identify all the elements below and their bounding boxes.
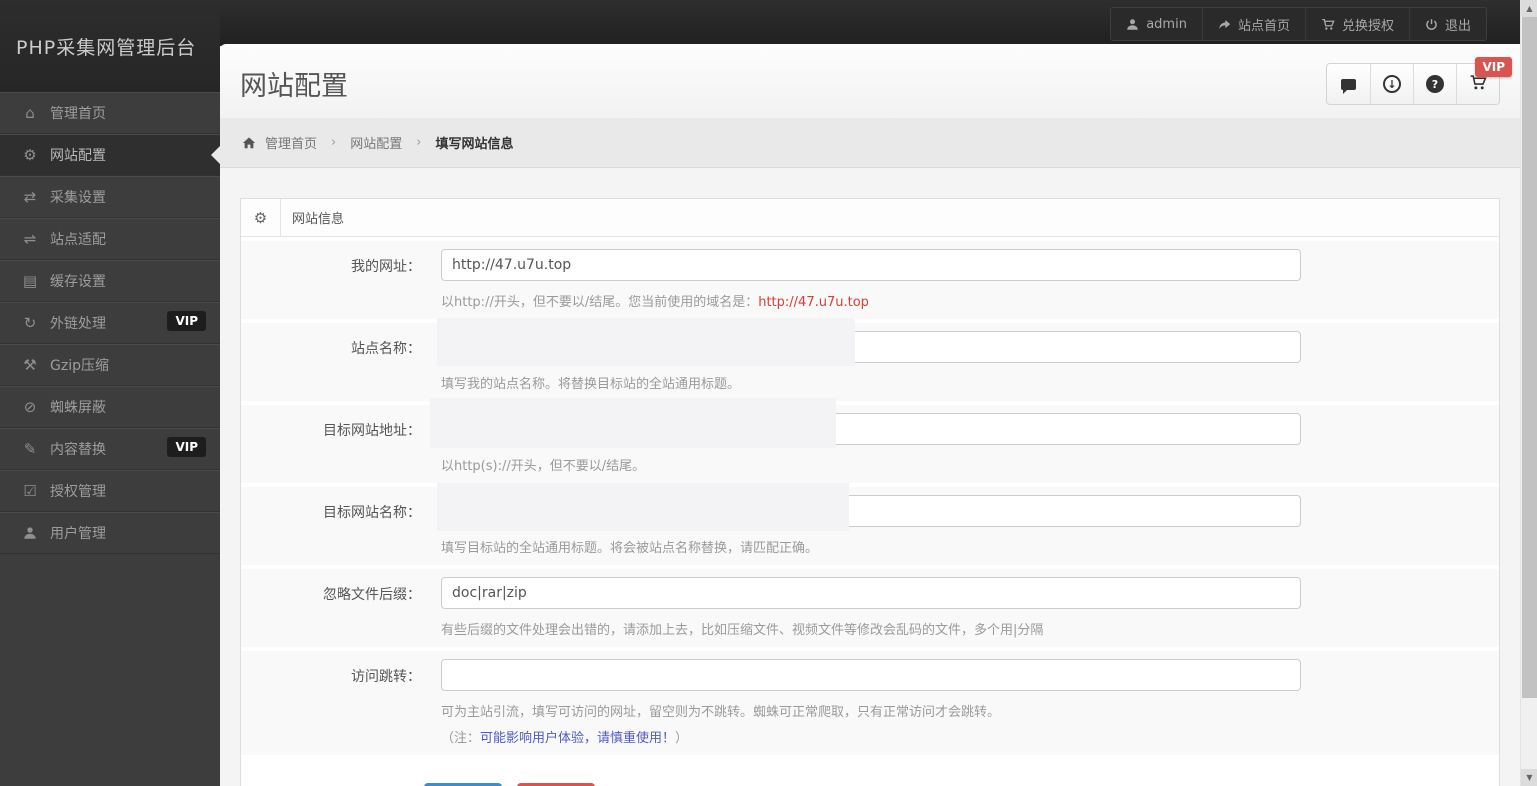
- scroll-down-button[interactable]: ▼: [1521, 769, 1537, 786]
- block-icon: ⊘: [23, 397, 37, 416]
- page-title: 网站配置: [240, 71, 348, 102]
- field-label: 我的网址：: [351, 259, 421, 275]
- gear-icon: ⚙: [241, 199, 281, 236]
- header-action-group: ↓ ?: [1326, 63, 1500, 105]
- sidebar-item-collect-settings[interactable]: ⇄ 采集设置: [0, 176, 220, 218]
- sidebar-item-auth-manage[interactable]: ☑ 授权管理: [0, 470, 220, 512]
- field-hint: 填写我的站点名称。将替换目标站的全站通用标题。: [441, 377, 741, 392]
- download-button[interactable]: ↓: [1370, 64, 1413, 104]
- sidebar-item-site-adapt[interactable]: ⇌ 站点适配: [0, 218, 220, 260]
- field-note: （注：可能影响用户体验，请慎重使用！）: [441, 731, 689, 746]
- topbar-item-label: admin: [1146, 16, 1187, 32]
- content-body: ⚙ 网站信息 我的网址： 以http://开头，但不要以/结尾。您当前使用的域名…: [220, 168, 1520, 786]
- field-hint: 以http(s)://开头，但不要以/结尾。: [441, 459, 646, 474]
- refresh-icon: ↻: [23, 313, 37, 332]
- topbar-item-label: 站点首页: [1237, 18, 1290, 34]
- field-label: 站点名称：: [351, 341, 421, 357]
- vip-badge: VIP: [167, 311, 206, 331]
- home-icon: [242, 136, 256, 150]
- field-label: 访问跳转：: [351, 669, 421, 685]
- panel-title: 网站信息: [292, 212, 345, 227]
- topbar-menu: admin 站点首页 兑换授权 退出: [1110, 7, 1487, 41]
- sidebar-item-dashboard[interactable]: ⌂ 管理首页: [0, 92, 220, 134]
- sidebar-item-site-config[interactable]: ⚙ 网站配置: [0, 134, 220, 176]
- form-row-target-name: 目标网站名称： 填写目标站的全站通用标题。将会被站点名称替换，请匹配正确。: [241, 487, 1499, 565]
- button-row: ✔保存 ↻重置: [241, 759, 1499, 786]
- question-circle-icon: ?: [1426, 75, 1444, 93]
- user-icon: [18, 524, 42, 542]
- topbar-item-label: 兑换授权: [1341, 18, 1394, 34]
- warning-link[interactable]: 可能影响用户体验，请慎重使用！: [480, 731, 675, 746]
- tools-icon: ⚒: [23, 355, 37, 374]
- breadcrumb-current: 填写网站信息: [435, 137, 514, 152]
- ignore-ext-input[interactable]: [441, 577, 1301, 609]
- panel-header: ⚙ 网站信息: [241, 199, 1499, 237]
- field-hint: 有些后缀的文件处理会出错的，请添加上去，比如压缩文件、视频文件等修改会乱码的文件…: [441, 623, 1044, 638]
- breadcrumb-item[interactable]: 管理首页: [265, 133, 317, 152]
- gear-icon: ⚙: [23, 145, 37, 164]
- help-button[interactable]: ?: [1413, 64, 1456, 104]
- collect-icon: ⇄: [23, 187, 37, 206]
- user-icon: [1126, 18, 1139, 31]
- redaction-patch: [437, 318, 855, 366]
- breadcrumb: 管理首页 › 网站配置 › 填写网站信息: [220, 118, 1520, 168]
- field-label: 忽略文件后缀：: [323, 587, 421, 603]
- comment-icon: [1341, 78, 1356, 94]
- vip-badge: VIP: [167, 437, 206, 457]
- breadcrumb-separator: ›: [416, 135, 422, 150]
- sidebar-item-external-links[interactable]: ↻ 外链处理 VIP: [0, 302, 220, 344]
- main-content: 网站配置 ↓ ? VIP 管理首页 › 网站配置 › 填写网站信息 ⚙ 网站信息…: [220, 44, 1520, 786]
- site-info-form: 我的网址： 以http://开头，但不要以/结尾。您当前使用的域名是：http:…: [241, 237, 1499, 786]
- field-hint: 填写目标站的全站通用标题。将会被站点名称替换，请匹配正确。: [441, 541, 819, 556]
- download-circle-icon: ↓: [1383, 75, 1401, 93]
- scrollbar-thumb[interactable]: [1522, 17, 1537, 698]
- field-label: 目标网站地址：: [323, 423, 421, 439]
- redaction-patch: [430, 398, 836, 448]
- sidebar-item-gzip[interactable]: ⚒ Gzip压缩: [0, 344, 220, 386]
- field-hint: 可为主站引流，填写可访问的网址，留空则为不跳转。蜘蛛可正常爬取，只有正常访问才会…: [441, 705, 1001, 720]
- form-row-my-url: 我的网址： 以http://开头，但不要以/结尾。您当前使用的域名是：http:…: [241, 241, 1499, 319]
- folder-icon: ▤: [22, 271, 38, 290]
- field-label: 目标网站名称：: [323, 505, 421, 521]
- cart-icon: [1321, 18, 1335, 31]
- vip-badge: VIP: [1475, 57, 1512, 77]
- redaction-patch: [437, 483, 849, 531]
- topbar-item-label: 退出: [1444, 18, 1471, 34]
- field-hint: 以http://开头，但不要以/结尾。您当前使用的域名是：http://47.u…: [441, 295, 869, 310]
- topbar: admin 站点首页 兑换授权 退出: [0, 0, 1520, 46]
- home-icon: ⌂: [25, 103, 35, 122]
- power-icon: [1425, 18, 1438, 31]
- arrow-icon: [1218, 18, 1231, 31]
- vertical-scrollbar: ▲ ▼: [1520, 0, 1537, 786]
- sidebar-item-content-replace[interactable]: ✎ 内容替换 VIP: [0, 428, 220, 470]
- topbar-item-admin[interactable]: admin: [1111, 8, 1202, 40]
- breadcrumb-item[interactable]: 网站配置: [350, 133, 402, 152]
- topbar-item-exchange[interactable]: 兑换授权: [1304, 8, 1409, 40]
- sidebar: PHP采集网管理后台 ⌂ 管理首页 ⚙ 网站配置 ⇄ 采集设置 ⇌ 站点适配 ▤…: [0, 0, 220, 786]
- form-row-site-name: 站点名称： 填写我的站点名称。将替换目标站的全站通用标题。: [241, 323, 1499, 401]
- active-notch: [211, 145, 220, 164]
- my-url-input[interactable]: [441, 249, 1301, 281]
- check-square-icon: ☑: [23, 481, 37, 500]
- sidebar-item-cache-settings[interactable]: ▤ 缓存设置: [0, 260, 220, 302]
- topbar-item-logout[interactable]: 退出: [1408, 8, 1486, 40]
- comment-button[interactable]: [1327, 64, 1370, 104]
- sidebar-item-spider-block[interactable]: ⊘ 蜘蛛屏蔽: [0, 386, 220, 428]
- current-domain-text: http://47.u7u.top: [758, 295, 869, 310]
- redirect-input[interactable]: [441, 659, 1301, 691]
- page-header: 网站配置 ↓ ? VIP: [220, 44, 1520, 118]
- scroll-up-button[interactable]: ▲: [1521, 0, 1537, 17]
- app-logo: PHP采集网管理后台: [0, 0, 220, 92]
- site-info-panel: ⚙ 网站信息 我的网址： 以http://开头，但不要以/结尾。您当前使用的域名…: [240, 198, 1500, 786]
- topbar-item-site-home[interactable]: 站点首页: [1201, 8, 1305, 40]
- form-row-redirect: 访问跳转： 可为主站引流，填写可访问的网址，留空则为不跳转。蜘蛛可正常爬取，只有…: [241, 651, 1499, 755]
- sidebar-item-user-manage[interactable]: 用户管理: [0, 512, 220, 554]
- shuffle-icon: ⇌: [23, 229, 37, 248]
- breadcrumb-separator: ›: [331, 135, 337, 150]
- pencil-icon: ✎: [23, 439, 37, 458]
- form-row-ignore-ext: 忽略文件后缀： 有些后缀的文件处理会出错的，请添加上去，比如压缩文件、视频文件等…: [241, 569, 1499, 647]
